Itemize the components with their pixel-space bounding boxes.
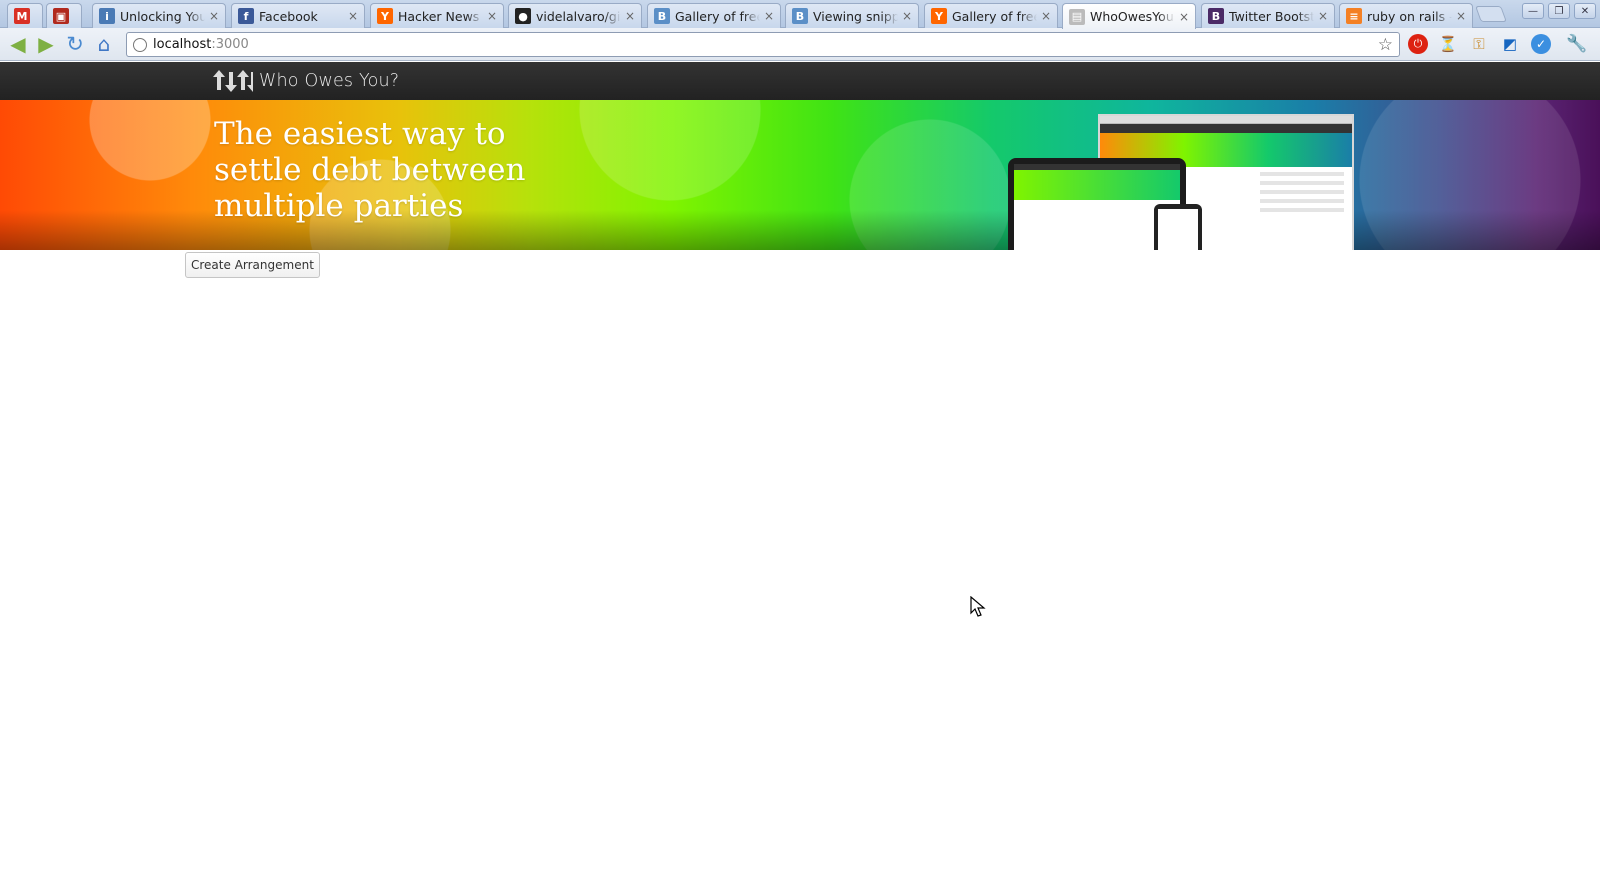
- tab-title: Hacker News: [398, 8, 480, 24]
- bookmark-star-icon[interactable]: ☆: [1378, 35, 1393, 55]
- tab-title: Viewing snipp: [813, 8, 898, 24]
- info-icon: i: [99, 8, 115, 24]
- tab-title: Gallery of free: [675, 8, 760, 24]
- tab-title: videlalvaro/gifs: [536, 8, 621, 24]
- bootstrap-b-icon: B: [654, 8, 670, 24]
- tab-title: Twitter Bootstr: [1229, 8, 1314, 24]
- github-icon: ●: [515, 8, 531, 24]
- tab-close-icon[interactable]: ×: [1318, 9, 1328, 23]
- tab-title: WhoOwesYou: [1090, 9, 1174, 24]
- hackernews-icon: Y: [931, 8, 947, 24]
- address-host: localhost: [153, 37, 212, 52]
- tab-close-icon[interactable]: ×: [209, 9, 219, 23]
- tab-title: Facebook: [259, 8, 318, 24]
- facebook-icon: f: [238, 8, 254, 24]
- site-navbar: Who Owes You?: [0, 62, 1600, 100]
- tab-title: ruby on rails -: [1367, 8, 1452, 24]
- home-icon[interactable]: ⌂: [92, 32, 116, 56]
- browser-tab[interactable]: ▣: [46, 3, 82, 28]
- bootstrap-icon: B: [1208, 8, 1224, 24]
- stackoverflow-icon: ≡: [1346, 8, 1362, 24]
- reload-icon[interactable]: ↻: [63, 32, 87, 56]
- browser-tab[interactable]: ▤ WhoOwesYou ×: [1062, 3, 1196, 29]
- delicious-icon[interactable]: ◩: [1500, 34, 1520, 54]
- browser-tab[interactable]: ≡ ruby on rails - ×: [1339, 3, 1473, 28]
- hero-headline: The easiest way to settle debt between m…: [214, 116, 526, 224]
- tab-close-icon[interactable]: ×: [902, 9, 912, 23]
- tab-close-icon[interactable]: ×: [1456, 9, 1466, 23]
- browser-tab[interactable]: Y Hacker News ×: [370, 3, 504, 28]
- address-bar[interactable]: localhost:3000 ☆: [126, 32, 1400, 57]
- address-port: :3000: [211, 37, 249, 52]
- tab-title: Gallery of free: [952, 8, 1037, 24]
- mouse-pointer-icon: [970, 596, 986, 617]
- tab-close-icon[interactable]: ×: [1179, 10, 1189, 24]
- browser-tab[interactable]: i Unlocking Your ×: [92, 3, 226, 28]
- restore-button[interactable]: ❐: [1548, 3, 1570, 19]
- browser-tab[interactable]: ● videlalvaro/gifs ×: [508, 3, 642, 28]
- create-arrangement-button[interactable]: Create Arrangement: [185, 252, 320, 278]
- globe-icon: [133, 37, 147, 52]
- tab-close-icon[interactable]: ×: [487, 9, 497, 23]
- page-icon: ▤: [1069, 8, 1085, 25]
- bootstrap-b-icon: B: [792, 8, 808, 24]
- extension-check-icon[interactable]: ✓: [1531, 34, 1551, 54]
- brand-name: Who Owes You?: [259, 71, 400, 91]
- forward-arrow-icon[interactable]: ▶: [34, 32, 58, 56]
- tab-close-icon[interactable]: ×: [1041, 9, 1051, 23]
- hero-banner: The easiest way to settle debt between m…: [0, 100, 1600, 250]
- minimize-button[interactable]: —: [1522, 3, 1544, 19]
- tab-close-icon[interactable]: ×: [764, 9, 774, 23]
- tab-close-icon[interactable]: ×: [348, 9, 358, 23]
- tab-title: Unlocking Your: [120, 8, 205, 24]
- tab-close-icon[interactable]: ×: [625, 9, 635, 23]
- adblock-icon[interactable]: ⏻: [1408, 34, 1428, 54]
- browser-tab[interactable]: B Gallery of free ×: [647, 3, 781, 28]
- hackernews-icon: Y: [377, 8, 393, 24]
- extension-key-icon[interactable]: ⚿: [1469, 34, 1489, 54]
- brand-link[interactable]: Who Owes You?: [213, 68, 399, 94]
- close-window-button[interactable]: ✕: [1574, 3, 1596, 19]
- browser-tab[interactable]: f Facebook ×: [231, 3, 365, 28]
- wrench-menu-icon[interactable]: 🔧: [1566, 34, 1587, 54]
- browser-toolbar: ◀ ▶ ↻ ⌂ localhost:3000 ☆ ⏻ ⏳ ⚿ ◩ ✓ 🔧: [0, 28, 1600, 61]
- browser-tab[interactable]: B Viewing snipp ×: [785, 3, 919, 28]
- browser-tab[interactable]: M: [7, 3, 43, 28]
- phone-mockup: [1154, 204, 1202, 250]
- exchange-arrows-icon: [213, 70, 253, 92]
- bookmark-icon: ▣: [53, 8, 69, 24]
- new-tab-button[interactable]: [1475, 6, 1507, 22]
- back-arrow-icon[interactable]: ◀: [6, 32, 30, 56]
- device-mockup-image: [1008, 114, 1358, 250]
- browser-tab[interactable]: B Twitter Bootstr ×: [1201, 3, 1335, 28]
- extension-funnel-icon[interactable]: ⏳: [1438, 34, 1458, 54]
- gmail-icon: M: [14, 8, 30, 24]
- browser-tab[interactable]: Y Gallery of free ×: [924, 3, 1058, 28]
- browser-tab-strip: M ▣ i Unlocking Your × f Facebook × Y Hacker News…: [0, 0, 1600, 29]
